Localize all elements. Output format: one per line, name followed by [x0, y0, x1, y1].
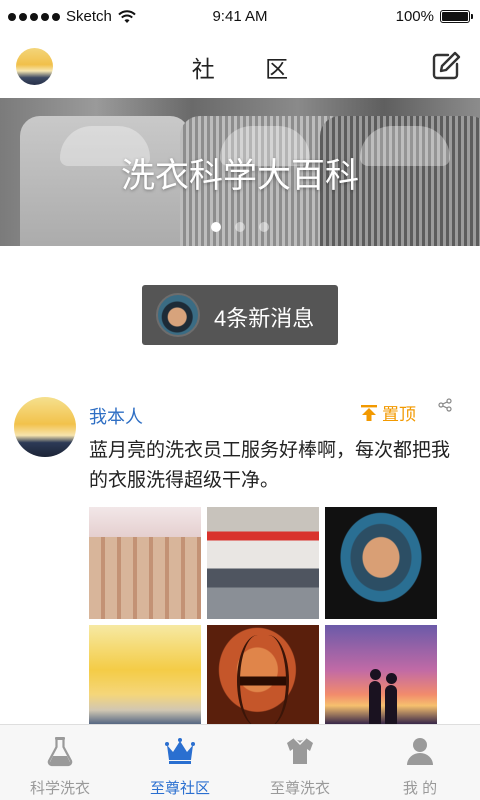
banner-carousel[interactable]: 洗衣科学大百科 [0, 98, 480, 246]
nav-bar: 社 区 [0, 34, 480, 98]
carousel-pager[interactable] [0, 222, 480, 232]
new-messages-label: 4条新消息 [214, 306, 315, 331]
tab-premium-laundry[interactable]: 至尊洗衣 [240, 725, 360, 800]
status-bar-right: 100% [395, 8, 473, 25]
couple-silhouette [363, 669, 403, 725]
pager-dot-1[interactable] [211, 222, 221, 232]
user-icon [407, 738, 433, 765]
tab-bar: 科学洗衣 至尊社区 至尊洗衣 我 的 [0, 724, 480, 800]
banner-title: 洗衣科学大百科 [121, 157, 359, 195]
battery-percent: 100% [395, 8, 434, 25]
pager-dot-3[interactable] [259, 222, 269, 232]
page-title: 社 区 [191, 56, 311, 82]
post-image-building[interactable] [89, 507, 201, 619]
post-image-hourglass[interactable] [207, 625, 319, 737]
post-author-avatar[interactable] [14, 397, 76, 457]
new-messages-button[interactable]: 4条新消息 [142, 285, 338, 345]
post-image-couple-sunset[interactable] [325, 625, 437, 737]
message-sender-avatar [156, 293, 200, 337]
tab-label: 科学洗衣 [29, 780, 90, 797]
post-body: 蓝月亮的洗衣员工服务好棒啊，每次都把我的衣服洗得超级干净。 [89, 440, 451, 491]
pager-dot-2[interactable] [235, 222, 245, 232]
pinned-label: 置顶 [382, 405, 416, 424]
feed-post: 我本人 置顶 蓝月亮的洗衣员工服务好棒啊，每次都把我的衣服洗得超级干净。 [0, 380, 480, 737]
post-image-sunset-city[interactable] [89, 625, 201, 737]
post-image-train-station[interactable] [207, 507, 319, 619]
tab-community[interactable]: 至尊社区 [120, 725, 240, 800]
edit-icon[interactable] [430, 50, 462, 82]
tab-science-laundry[interactable]: 科学洗衣 [0, 725, 120, 800]
pinned-badge: 置顶 [360, 400, 416, 425]
battery-icon [440, 10, 473, 23]
flask-icon [47, 737, 73, 767]
share-icon[interactable] [438, 398, 452, 412]
tab-label: 至尊社区 [149, 780, 210, 797]
post-author-name[interactable]: 我本人 [89, 403, 143, 429]
pin-top-icon [361, 404, 377, 421]
crown-icon [165, 738, 195, 764]
status-bar: Sketch 9:41 AM 100% [0, 0, 480, 34]
tab-label: 至尊洗衣 [269, 780, 330, 797]
shirt-icon [287, 737, 313, 764]
tab-profile[interactable]: 我 的 [360, 725, 480, 800]
post-image-helmet-portrait[interactable] [325, 507, 437, 619]
tab-label: 我 的 [402, 780, 438, 797]
